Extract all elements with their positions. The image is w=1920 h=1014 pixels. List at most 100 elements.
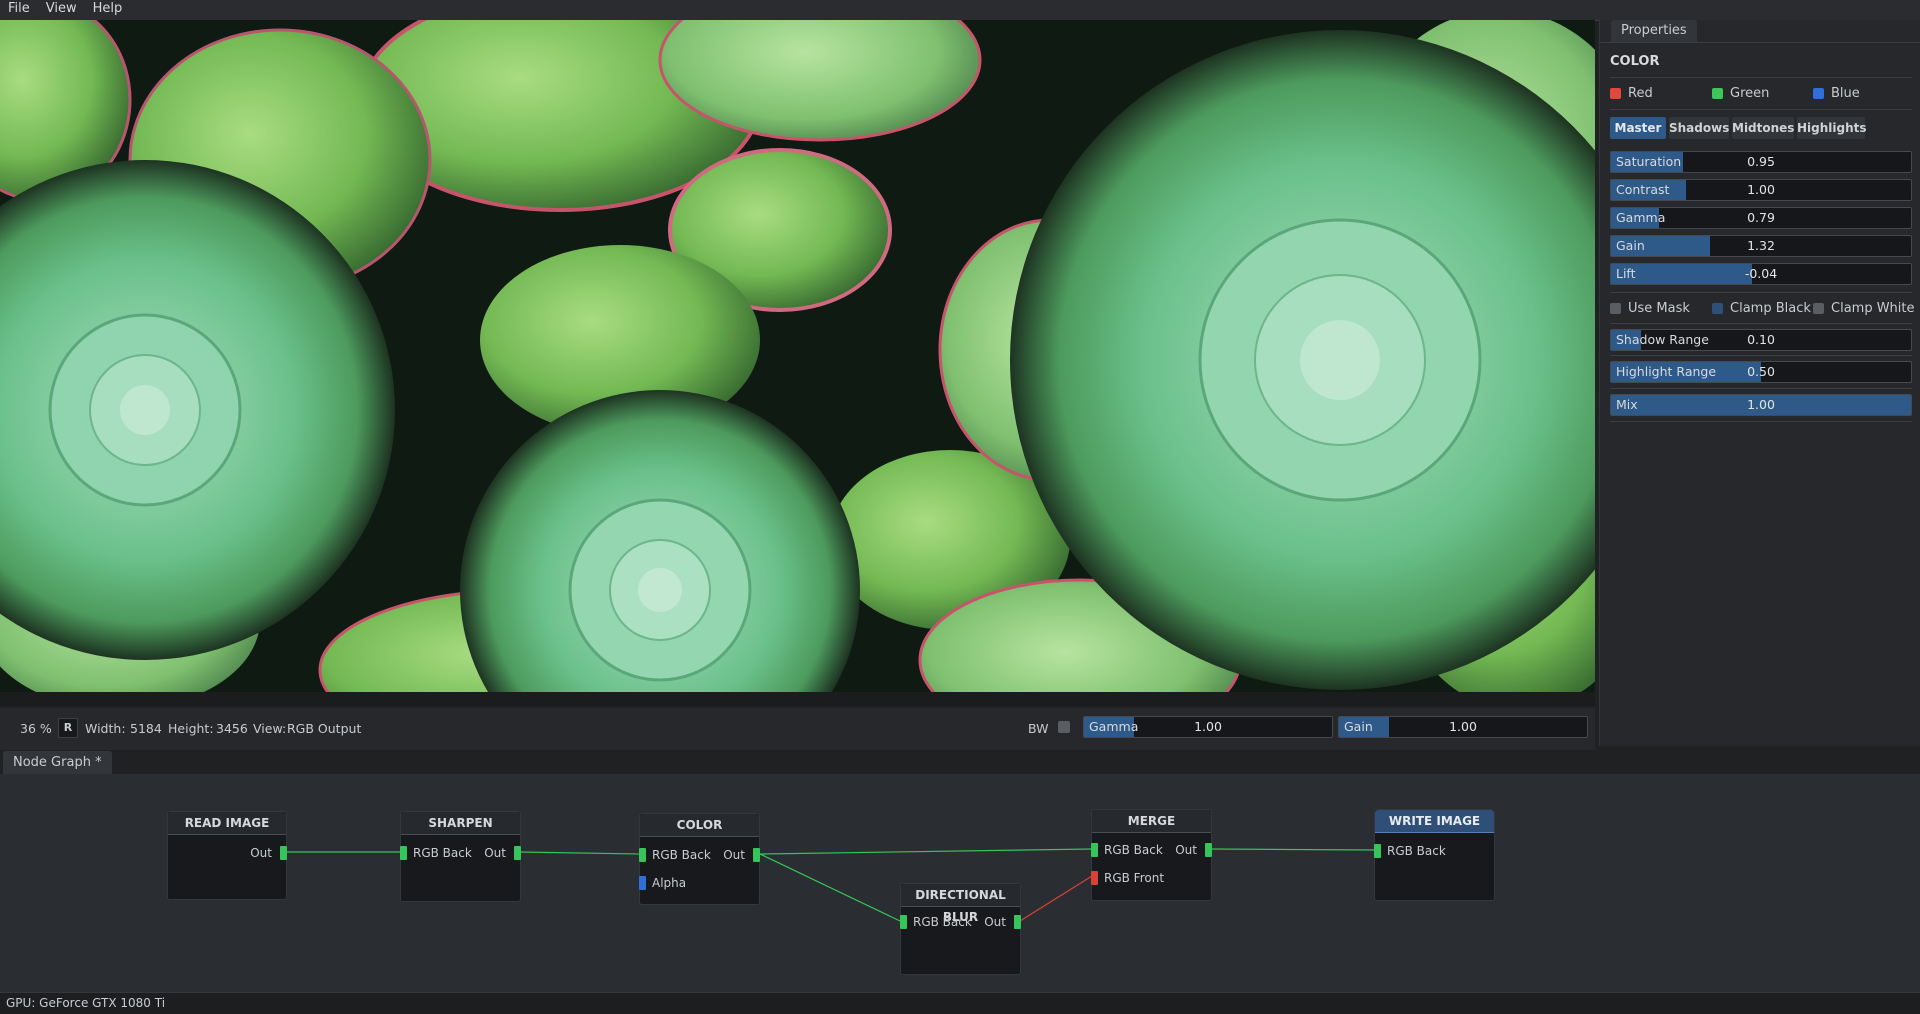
menu-file[interactable]: File xyxy=(0,0,38,18)
width-label: Width: xyxy=(85,721,126,736)
merge-front-port[interactable] xyxy=(1091,871,1098,885)
blue-channel-checkbox[interactable] xyxy=(1813,88,1824,99)
bw-checkbox[interactable] xyxy=(1058,721,1070,733)
node-read-image[interactable]: READ IMAGE Out xyxy=(167,811,287,900)
node-graph-canvas[interactable]: READ IMAGE Out SHARPEN RGB Back Out COLO… xyxy=(0,774,1920,992)
directional-blur-in-label: RGB Back xyxy=(913,915,972,929)
menu-help[interactable]: Help xyxy=(85,0,131,18)
directional-blur-out-label: Out xyxy=(984,915,1006,929)
node-directional-blur[interactable]: DIRECTIONAL BLUR RGB Back Out xyxy=(900,883,1021,975)
color-alpha-port[interactable] xyxy=(639,876,646,890)
gamma-slider[interactable]: Gamma 0.79 xyxy=(1610,207,1912,229)
height-label: Height: xyxy=(168,721,214,736)
write-image-in-label: RGB Back xyxy=(1387,844,1446,858)
node-color-title: COLOR xyxy=(640,814,759,837)
connection-color-blur xyxy=(759,853,901,922)
connection-merge-write xyxy=(1211,848,1377,851)
color-alpha-label: Alpha xyxy=(652,876,687,890)
sharpen-out-port[interactable] xyxy=(514,846,521,860)
gain-value: 1.32 xyxy=(1747,238,1775,253)
clamp-black-checkbox[interactable] xyxy=(1712,303,1723,314)
connection-sharpen-color xyxy=(519,851,641,855)
merge-back-port[interactable] xyxy=(1091,843,1098,857)
merge-front-label: RGB Front xyxy=(1104,871,1165,885)
contrast-value: 1.00 xyxy=(1747,182,1775,197)
status-bar: GPU: GeForce GTX 1080 Ti xyxy=(0,992,1920,1014)
node-merge-title: MERGE xyxy=(1092,810,1211,833)
image-viewer[interactable] xyxy=(0,20,1595,706)
lift-value: -0.04 xyxy=(1744,266,1778,281)
properties-panel: Properties COLOR Red Green Blue Master S… xyxy=(1599,20,1920,746)
gamma-value: 0.79 xyxy=(1747,210,1775,225)
mix-slider[interactable]: Mix 1.00 xyxy=(1610,394,1912,416)
tab-midtones[interactable]: Midtones xyxy=(1732,117,1794,139)
tab-highlights[interactable]: Highlights xyxy=(1797,117,1867,139)
red-channel-checkbox[interactable] xyxy=(1610,88,1621,99)
read-image-out-port[interactable] xyxy=(280,846,287,860)
red-channel-label: Red xyxy=(1628,86,1653,101)
clamp-white-checkbox[interactable] xyxy=(1813,303,1824,314)
node-write-image-title: WRITE IMAGE xyxy=(1375,810,1494,833)
sharpen-in-label: RGB Back xyxy=(413,846,472,860)
node-sharpen[interactable]: SHARPEN RGB Back Out xyxy=(400,811,521,902)
connection-blur-merge xyxy=(1019,875,1093,922)
viewer-gain-slider[interactable]: Gain 1.00 xyxy=(1338,716,1588,738)
use-mask-checkbox[interactable] xyxy=(1610,303,1621,314)
color-in-port[interactable] xyxy=(639,848,646,862)
color-out-label: Out xyxy=(723,848,745,862)
color-in-label: RGB Back xyxy=(652,848,711,862)
lift-slider[interactable]: Lift -0.04 xyxy=(1610,263,1912,285)
directional-blur-in-port[interactable] xyxy=(900,915,907,929)
saturation-slider[interactable]: Saturation 0.95 xyxy=(1610,151,1912,173)
shadow-range-slider[interactable]: Shadow Range 0.10 xyxy=(1610,329,1912,351)
node-merge[interactable]: MERGE RGB Back RGB Front Out xyxy=(1091,809,1212,901)
width-value: 5184 xyxy=(130,721,162,736)
node-graph-header: Node Graph * xyxy=(0,750,1920,774)
sharpen-out-label: Out xyxy=(484,846,506,860)
tab-master[interactable]: Master xyxy=(1610,117,1666,139)
blue-channel-label: Blue xyxy=(1831,86,1860,101)
gain-slider[interactable]: Gain 1.32 xyxy=(1610,235,1912,257)
menu-view[interactable]: View xyxy=(38,0,85,18)
viewer-toolbar: 36 % R Width: 5184 Height: 3456 View: RG… xyxy=(0,708,1595,750)
menu-bar: File View Help xyxy=(0,0,1920,21)
clamp-white-label: Clamp White xyxy=(1831,301,1915,316)
highlight-range-slider[interactable]: Highlight Range 0.50 xyxy=(1610,361,1912,383)
color-out-port[interactable] xyxy=(753,848,760,862)
channel-toggle[interactable]: R xyxy=(58,718,78,738)
height-value: 3456 xyxy=(216,721,248,736)
tab-properties[interactable]: Properties xyxy=(1611,20,1697,42)
viewer-image xyxy=(0,20,1595,706)
bw-label: BW xyxy=(1028,721,1049,736)
view-value[interactable]: RGB Output xyxy=(287,721,361,736)
sharpen-in-port[interactable] xyxy=(400,846,407,860)
clamp-black-label: Clamp Black xyxy=(1730,301,1811,316)
merge-back-label: RGB Back xyxy=(1104,843,1163,857)
use-mask-label: Use Mask xyxy=(1628,301,1690,316)
tab-shadows[interactable]: Shadows xyxy=(1669,117,1729,139)
viewer-gain-value: 1.00 xyxy=(1449,719,1477,734)
shadow-range-value: 0.10 xyxy=(1747,332,1775,347)
mix-value: 1.00 xyxy=(1747,397,1775,412)
zoom-level[interactable]: 36 % xyxy=(20,721,52,736)
green-channel-label: Green xyxy=(1730,86,1770,101)
node-directional-blur-title: DIRECTIONAL BLUR xyxy=(901,884,1020,924)
green-channel-checkbox[interactable] xyxy=(1712,88,1723,99)
highlight-range-value: 0.50 xyxy=(1747,364,1775,379)
view-label: View: xyxy=(253,721,287,736)
tab-node-graph[interactable]: Node Graph * xyxy=(3,751,112,774)
node-read-image-title: READ IMAGE xyxy=(168,812,286,835)
merge-out-port[interactable] xyxy=(1205,843,1212,857)
viewer-gamma-slider[interactable]: Gamma 1.00 xyxy=(1083,716,1333,738)
connection-color-merge xyxy=(759,848,1093,855)
write-image-in-port[interactable] xyxy=(1374,844,1381,858)
saturation-value: 0.95 xyxy=(1747,154,1775,169)
directional-blur-out-port[interactable] xyxy=(1014,915,1021,929)
contrast-slider[interactable]: Contrast 1.00 xyxy=(1610,179,1912,201)
section-title: COLOR xyxy=(1610,54,1660,69)
merge-out-label: Out xyxy=(1175,843,1197,857)
node-color[interactable]: COLOR RGB Back Alpha Out xyxy=(639,813,760,905)
node-sharpen-title: SHARPEN xyxy=(401,812,520,835)
viewer-gamma-value: 1.00 xyxy=(1194,719,1222,734)
node-write-image[interactable]: WRITE IMAGE RGB Back xyxy=(1374,809,1495,901)
